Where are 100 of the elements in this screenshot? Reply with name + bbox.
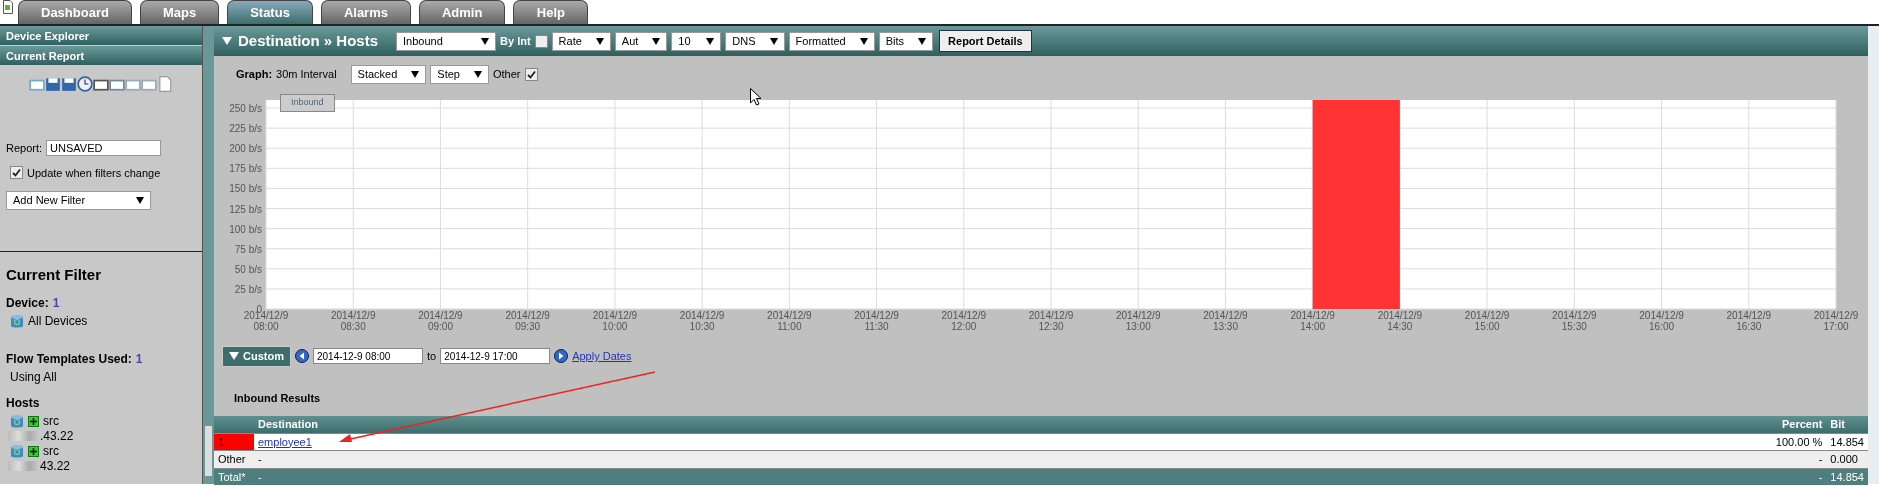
caret-icon — [652, 37, 661, 45]
nav-tab[interactable]: Alarms — [320, 0, 411, 24]
report-title: Destination » Hosts — [238, 30, 379, 51]
plus-icon[interactable] — [28, 445, 39, 457]
axis-label: 2014/12/9 11:00 — [766, 310, 813, 332]
axis-label: 125 b/s — [229, 202, 262, 217]
nav-tab[interactable]: Help — [513, 0, 589, 24]
column-header: Bit — [1826, 416, 1868, 433]
redacted-block — [8, 461, 40, 471]
axis-label: 250 b/s — [229, 102, 262, 117]
dropdown[interactable]: Inbound — [396, 31, 497, 51]
checkbox-label: Update when filters change — [27, 165, 161, 181]
axis-label: 175 b/s — [229, 162, 262, 177]
database-icon — [10, 313, 24, 329]
axis-label: 2014/12/9 13:30 — [1202, 310, 1249, 332]
checkbox-label: Other — [493, 66, 521, 82]
checkbox[interactable] — [524, 67, 538, 81]
axis-label: 2014/12/9 16:30 — [1725, 310, 1772, 332]
range-mode-button[interactable]: Custom — [222, 346, 291, 367]
document-icon[interactable] — [157, 76, 173, 92]
date-field[interactable]: 2014-12-9 17:00 — [440, 348, 551, 365]
checkbox[interactable] — [534, 34, 548, 48]
dropdown[interactable]: Add New Filter — [6, 191, 151, 210]
apply-dates-link[interactable]: Apply Dates — [572, 348, 632, 365]
filter-label: Hosts — [6, 395, 41, 412]
caret-icon — [859, 37, 868, 45]
legend-item[interactable]: Inbound — [280, 94, 335, 112]
caret-icon — [706, 37, 715, 45]
axis-label: 200 b/s — [229, 142, 262, 157]
table-cell: 14.854 — [1826, 468, 1868, 485]
axis-label: 25 b/s — [234, 282, 262, 297]
host-direction: src — [43, 413, 59, 430]
dropdown[interactable]: DNS — [725, 31, 785, 51]
filter-value: Using All — [10, 369, 58, 386]
section-header[interactable]: Device Explorer — [0, 26, 202, 46]
range-separator: to — [426, 349, 437, 364]
axis-label: 2014/12/9 15:30 — [1551, 310, 1598, 332]
axis-label: 2014/12/9 16:00 — [1638, 310, 1685, 332]
host-address: .43.22 — [40, 430, 74, 442]
axis-label: 2014/12/9 14:00 — [1289, 310, 1336, 332]
clock-icon[interactable] — [77, 76, 93, 92]
scrollbar[interactable] — [1868, 26, 1879, 484]
axis-label: 2014/12/9 14:30 — [1376, 310, 1424, 332]
dropdown[interactable]: Rate — [551, 31, 611, 51]
date-field[interactable]: 2014-12-9 08:00 — [312, 348, 423, 365]
dropdown[interactable]: Formatted — [788, 31, 875, 51]
dropdown[interactable]: Aut — [614, 31, 668, 51]
filter-label: Device: — [6, 296, 49, 310]
nav-tab[interactable]: Dashboard — [18, 0, 132, 24]
collapse-icon[interactable] — [222, 37, 232, 45]
database-icon — [10, 443, 24, 459]
axis-label: 2014/12/9 15:00 — [1463, 310, 1511, 332]
axis-label: 2014/12/9 13:00 — [1114, 310, 1162, 332]
field-label: Report: — [6, 141, 43, 156]
filter-value: All Devices — [28, 313, 88, 330]
caret-icon — [481, 37, 490, 45]
report-details-button[interactable]: Report Details — [939, 29, 1032, 53]
dropdown[interactable]: Stacked — [350, 64, 427, 84]
axis-label: 2014/12/9 09:30 — [504, 310, 551, 332]
axis-label: 50 b/s — [234, 262, 262, 277]
next-icon[interactable] — [554, 349, 569, 364]
splitter-handle[interactable] — [205, 426, 212, 476]
axis-label: 225 b/s — [229, 122, 262, 137]
caret-icon — [769, 37, 778, 45]
table-cell: - — [1706, 468, 1827, 485]
nav-tab[interactable]: Maps — [139, 0, 220, 24]
table-cell: - — [1706, 450, 1827, 468]
section-title: Current Filter — [6, 264, 102, 285]
filter-count: 1 — [135, 352, 143, 366]
dropdown[interactable]: Bits — [878, 31, 934, 51]
interval-text: 30m Interval — [276, 66, 337, 82]
table-cell: - — [254, 450, 1707, 468]
axis-label: 2014/12/9 10:30 — [678, 310, 726, 332]
filter-label: Flow Templates Used: — [6, 352, 132, 366]
table-cell: - — [254, 468, 1707, 485]
dropdown[interactable]: 10 — [671, 31, 722, 51]
table-cell: Total* — [214, 468, 254, 485]
plus-icon[interactable] — [28, 415, 39, 427]
nav-tab[interactable]: Admin — [418, 0, 506, 24]
dropdown[interactable]: Step — [430, 64, 489, 84]
caret-icon — [918, 37, 927, 45]
host-direction: src — [43, 443, 59, 460]
nav-tab[interactable]: Status — [227, 0, 313, 24]
axis-label: 100 b/s — [229, 222, 262, 237]
caret-icon — [136, 197, 144, 204]
caret-icon — [474, 70, 482, 78]
table-cell: 14.854 — [1826, 433, 1868, 451]
axis-label: 2014/12/9 17:00 — [1812, 310, 1860, 332]
report-name-field[interactable]: UNSAVED — [46, 140, 162, 157]
destination-link[interactable]: employee1 — [258, 435, 312, 448]
table-cell: 1 — [214, 433, 254, 451]
column-header: Destination — [254, 416, 1707, 433]
caret-icon — [595, 37, 604, 45]
checkbox[interactable] — [10, 166, 23, 180]
table-cell: 100.00 % — [1706, 433, 1827, 451]
axis-label: 2014/12/9 08:30 — [329, 310, 377, 332]
section-header[interactable]: Current Report — [0, 46, 202, 66]
previous-icon[interactable] — [294, 349, 309, 364]
redacted-block — [8, 431, 40, 441]
axis-label: 2014/12/9 10:00 — [591, 310, 639, 332]
